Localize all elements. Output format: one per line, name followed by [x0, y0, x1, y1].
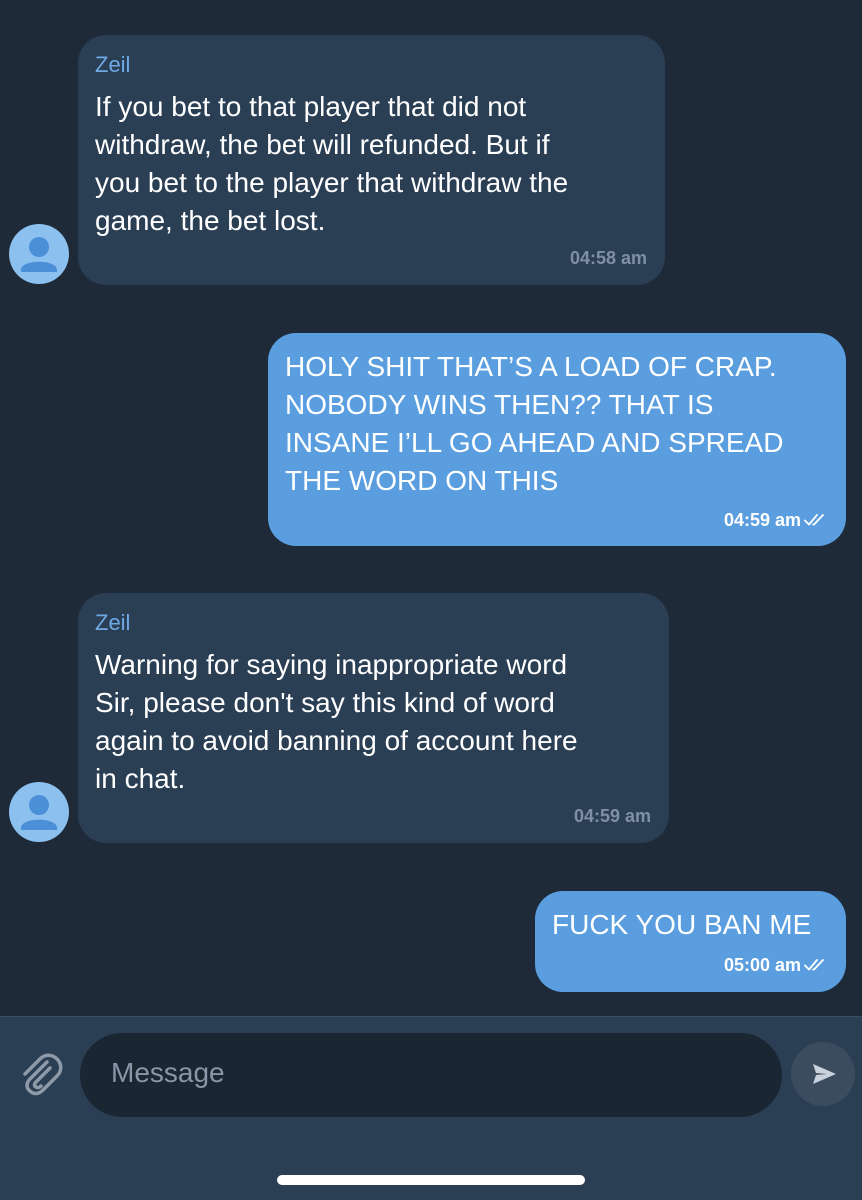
user-icon — [21, 795, 57, 830]
message-text: FUCK YOU BAN ME — [552, 909, 812, 940]
outgoing-message[interactable]: HOLY SHIT THAT’S A LOAD OF CRAP. NOBODY … — [268, 333, 846, 546]
message-text: If you bet to that player that did not w… — [95, 91, 569, 236]
message-time: 04:59 am — [724, 510, 828, 531]
sender-name[interactable]: Zeil — [95, 52, 130, 78]
message-text: HOLY SHIT THAT’S A LOAD OF CRAP. NOBODY … — [285, 351, 784, 496]
message-text: Warning for saying inappropriate word Si… — [95, 649, 578, 794]
send-icon — [813, 1064, 836, 1084]
message-input-placeholder: Message — [111, 1057, 225, 1088]
avatar[interactable] — [9, 224, 69, 284]
incoming-message[interactable]: Zeil If you bet to that player that did … — [78, 35, 665, 285]
avatar[interactable] — [9, 782, 69, 842]
double-check-icon — [804, 959, 824, 971]
paperclip-icon — [23, 1053, 63, 1096]
user-icon — [21, 237, 57, 272]
send-button[interactable] — [791, 1042, 855, 1106]
sender-name[interactable]: Zeil — [95, 610, 130, 636]
outgoing-message[interactable]: FUCK YOU BAN ME 05:00 am — [535, 891, 846, 992]
message-time: 04:59 am — [573, 806, 651, 826]
message-input[interactable]: Message — [80, 1033, 782, 1117]
message-time: 05:00 am — [724, 955, 828, 976]
home-indicator — [277, 1175, 585, 1185]
chat-screen: Zeil If you bet to that player that did … — [0, 0, 862, 1200]
attach-button[interactable] — [12, 1046, 68, 1102]
message-time-label: 05:00 am — [723, 955, 801, 975]
message-time: 04:58 am — [569, 248, 647, 268]
incoming-message[interactable]: Zeil Warning for saying inappropriate wo… — [78, 593, 669, 843]
double-check-icon — [804, 514, 824, 526]
message-time-label: 04:59 am — [723, 510, 801, 530]
